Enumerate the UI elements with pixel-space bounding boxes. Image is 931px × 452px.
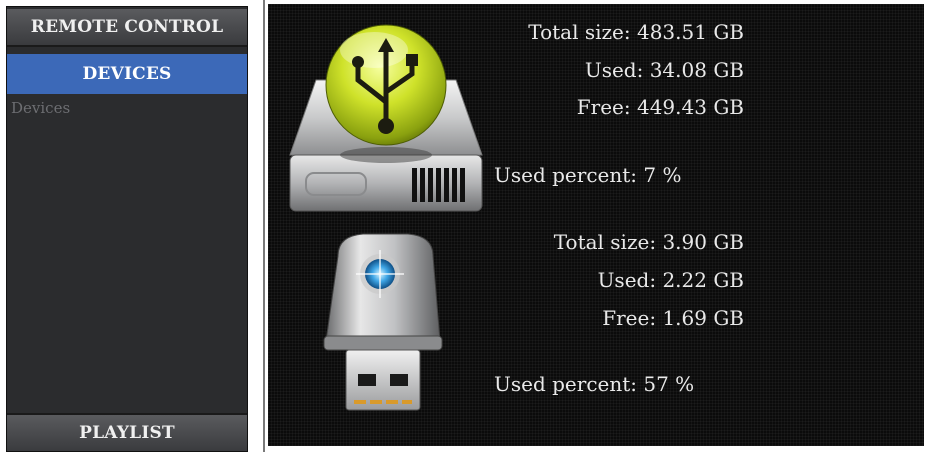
total-size-value: 483.51 GB	[636, 20, 744, 44]
used-row: Used: 34.08 GB	[585, 58, 744, 82]
app-window: REMOTE CONTROL DEVICES Devices PLAYLIST	[0, 0, 931, 452]
free-value: 1.69 GB	[662, 306, 744, 330]
free-row: Free: 1.69 GB	[602, 306, 744, 330]
used-row: Used: 2.22 GB	[598, 268, 744, 292]
used-percent-row: Used percent: 7 %	[494, 163, 681, 187]
device-card[interactable]: Total size: 3.90 GB Used: 2.22 GB Free: …	[268, 224, 924, 446]
playlist-label: PLAYLIST	[79, 423, 175, 443]
devices-label: DEVICES	[82, 64, 172, 84]
used-value: 2.22 GB	[662, 268, 744, 292]
total-size-row: Total size: 483.51 GB	[528, 20, 744, 44]
used-percent-label: Used percent:	[494, 163, 638, 187]
total-size-value: 3.90 GB	[662, 230, 744, 254]
device-card[interactable]: Total size: 483.51 GB Used: 34.08 GB Fre…	[268, 4, 924, 219]
total-size-label: Total size:	[553, 230, 657, 254]
used-label: Used:	[584, 58, 644, 82]
used-percent-row: Used percent: 57 %	[494, 372, 694, 396]
used-label: Used:	[597, 268, 657, 292]
used-percent-value: 57 %	[643, 372, 695, 396]
panel-divider	[263, 0, 265, 452]
free-row: Free: 449.43 GB	[577, 95, 744, 119]
sidebar-item-devices[interactable]: Devices	[11, 99, 70, 117]
used-value: 34.08 GB	[649, 58, 744, 82]
devices-panel: Total size: 483.51 GB Used: 34.08 GB Fre…	[268, 4, 924, 446]
remote-control-label: REMOTE CONTROL	[30, 17, 224, 37]
total-size-label: Total size:	[528, 20, 631, 44]
devices-button[interactable]: DEVICES	[7, 54, 247, 94]
sidebar: REMOTE CONTROL DEVICES Devices PLAYLIST	[6, 6, 248, 452]
used-percent-label: Used percent:	[494, 372, 638, 396]
free-label: Free:	[602, 306, 657, 330]
remote-control-button[interactable]: REMOTE CONTROL	[7, 9, 247, 47]
used-percent-value: 7 %	[643, 163, 682, 187]
usb-flash-drive-icon	[323, 233, 443, 411]
total-size-row: Total size: 3.90 GB	[554, 230, 744, 254]
free-label: Free:	[576, 95, 631, 119]
usb-hard-drive-icon	[289, 24, 483, 212]
free-value: 449.43 GB	[636, 95, 744, 119]
playlist-button[interactable]: PLAYLIST	[7, 413, 247, 451]
